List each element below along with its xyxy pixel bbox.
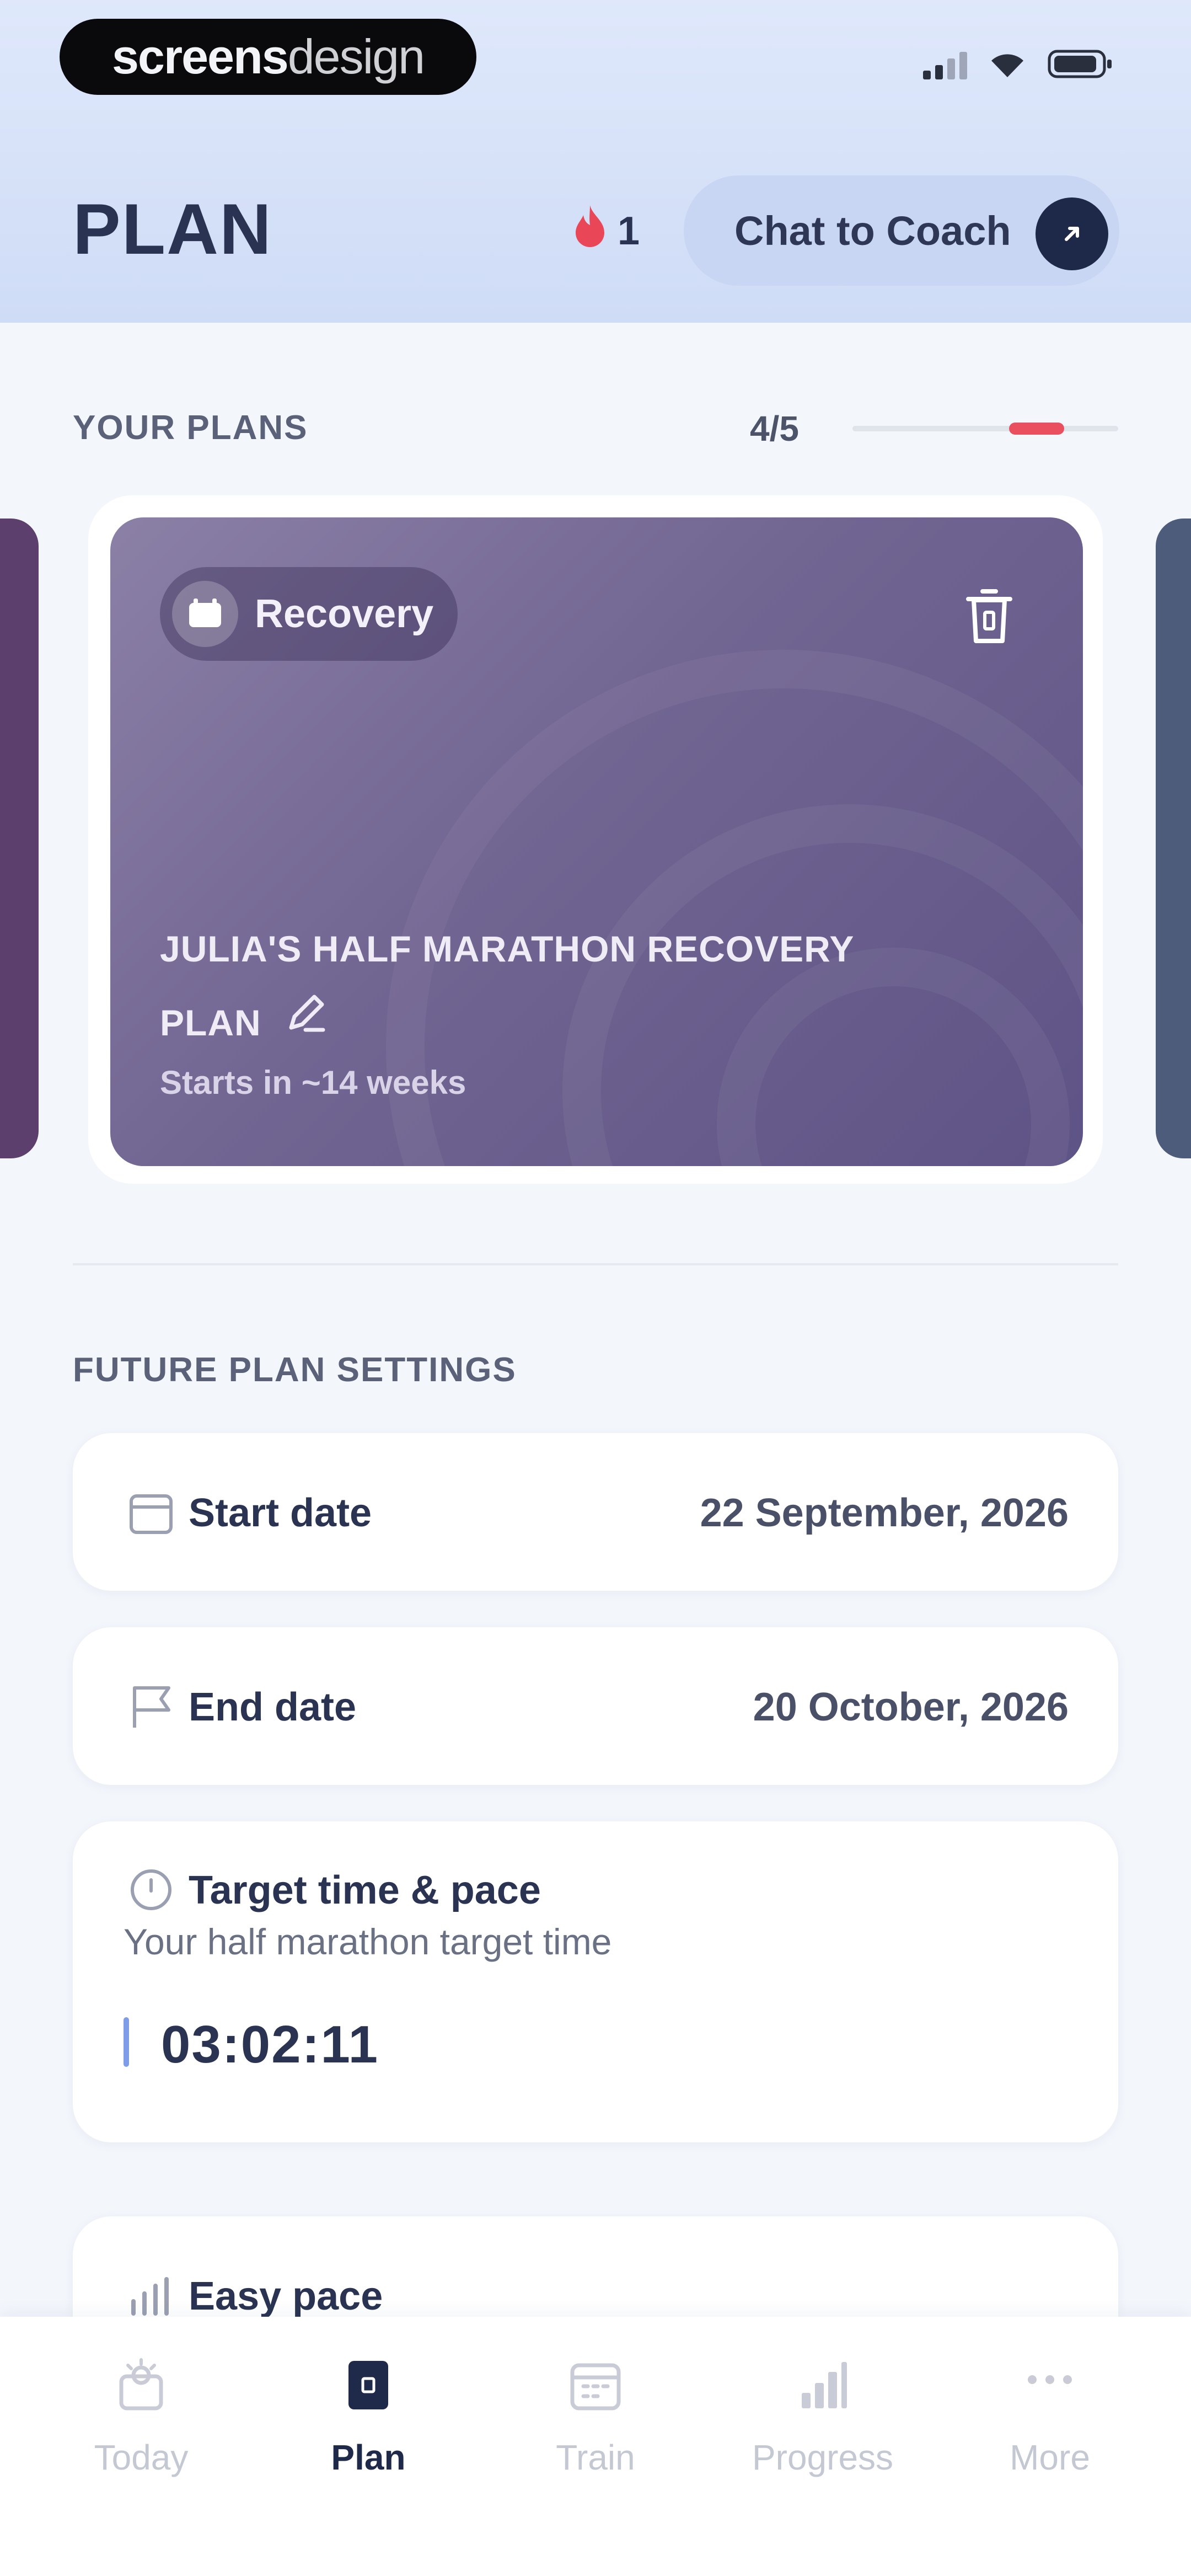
plan-name-line1: JULIA'S HALF MARATHON RECOVERY bbox=[160, 928, 855, 969]
section-divider bbox=[73, 1263, 1118, 1265]
nav-more[interactable]: More bbox=[931, 2317, 1169, 2576]
trash-icon bbox=[962, 589, 1017, 646]
pace-icon bbox=[128, 2274, 174, 2323]
future-plan-settings-label: FUTURE PLAN SETTINGS bbox=[73, 1351, 517, 1389]
nav-train[interactable]: Train bbox=[476, 2317, 715, 2576]
nav-progress[interactable]: Progress bbox=[704, 2317, 942, 2576]
wifi-icon bbox=[989, 50, 1026, 78]
target-time-card[interactable]: Target time & pace Your half marathon ta… bbox=[73, 1821, 1118, 2142]
streak-counter[interactable]: 1 bbox=[573, 204, 640, 258]
brand-bold-text: screens bbox=[111, 29, 289, 84]
recovery-badge-label: Recovery bbox=[255, 592, 434, 636]
nav-today-label: Today bbox=[94, 2438, 189, 2477]
plan-card[interactable]: Recovery JULIA'S HALF MARATHON RECOVERY … bbox=[110, 517, 1083, 1166]
text-cursor bbox=[124, 2017, 129, 2067]
plans-counter: 4/5 bbox=[750, 409, 799, 448]
bottom-nav: Today Plan Train Progress More bbox=[0, 2317, 1191, 2576]
streak-count: 1 bbox=[618, 209, 640, 253]
chat-to-coach-button[interactable]: Chat to Coach bbox=[684, 175, 1119, 286]
sun-calendar-icon bbox=[114, 2358, 169, 2413]
plan-name-line2: PLAN bbox=[160, 1002, 261, 1043]
nav-train-label: Train bbox=[556, 2438, 635, 2477]
status-icons bbox=[923, 49, 1114, 79]
end-date-value: 20 October, 2026 bbox=[753, 1685, 1069, 1729]
your-plans-label: YOUR PLANS bbox=[73, 409, 308, 447]
brand-light-text: design bbox=[287, 29, 425, 84]
nav-progress-label: Progress bbox=[752, 2438, 894, 2477]
end-date-label: End date bbox=[189, 1685, 357, 1729]
plan-name: JULIA'S HALF MARATHON RECOVERY PLAN bbox=[160, 912, 987, 1060]
calendar-icon bbox=[568, 2358, 623, 2413]
plan-start-text: Starts in ~14 weeks bbox=[160, 1064, 466, 1101]
end-date-row[interactable]: End date 20 October, 2026 bbox=[73, 1627, 1118, 1785]
start-date-value: 22 September, 2026 bbox=[700, 1491, 1069, 1535]
recovery-icon bbox=[172, 581, 238, 647]
start-date-label: Start date bbox=[189, 1491, 372, 1535]
page-title: PLAN bbox=[73, 189, 272, 269]
nav-today[interactable]: Today bbox=[22, 2317, 260, 2576]
battery-icon bbox=[1048, 49, 1114, 79]
plans-carousel-track bbox=[852, 426, 1118, 431]
recovery-badge: Recovery bbox=[160, 567, 458, 661]
nav-more-label: More bbox=[1010, 2438, 1090, 2477]
clock-icon bbox=[128, 1867, 174, 1916]
plan-book-icon bbox=[341, 2358, 396, 2413]
delete-plan-button[interactable] bbox=[962, 584, 1017, 647]
bar-chart-icon bbox=[795, 2358, 850, 2413]
previous-plan-card[interactable] bbox=[0, 519, 39, 1158]
nav-plan-label: Plan bbox=[331, 2438, 406, 2477]
brand-watermark: screens design bbox=[60, 19, 476, 95]
start-date-row[interactable]: Start date 22 September, 2026 bbox=[73, 1433, 1118, 1591]
next-plan-card[interactable] bbox=[1156, 519, 1191, 1158]
target-time-subtitle: Your half marathon target time bbox=[124, 1921, 612, 1962]
target-time-label: Target time & pace bbox=[189, 1868, 541, 1912]
signal-icon bbox=[923, 49, 967, 79]
target-time-input[interactable]: 03:02:11 bbox=[161, 2014, 379, 2075]
easy-pace-label: Easy pace bbox=[189, 2274, 383, 2318]
edit-name-icon[interactable] bbox=[283, 986, 328, 1060]
nav-plan[interactable]: Plan bbox=[249, 2317, 487, 2576]
chat-to-coach-label: Chat to Coach bbox=[734, 207, 1011, 254]
calendar-icon bbox=[128, 1489, 174, 1538]
coach-chevron-icon bbox=[1036, 197, 1108, 270]
more-dots-icon bbox=[1022, 2358, 1077, 2413]
plans-carousel-indicator bbox=[1009, 423, 1064, 435]
flame-icon bbox=[573, 204, 607, 258]
flag-icon bbox=[128, 1684, 174, 1733]
